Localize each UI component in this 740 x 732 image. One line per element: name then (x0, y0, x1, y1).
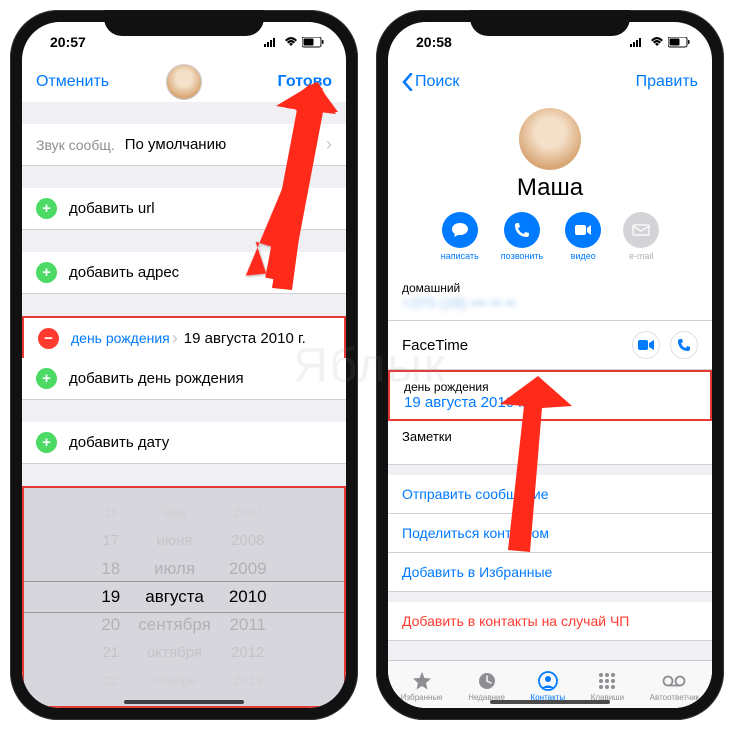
delete-icon[interactable]: − (38, 328, 59, 349)
video-button[interactable]: видео (565, 212, 601, 261)
add-address-label: добавить адрес (69, 264, 179, 281)
signal-icon (630, 37, 646, 47)
keypad-icon (597, 670, 617, 692)
phone-right: 20:58 Поиск Править Маша (376, 10, 724, 720)
picker-selection-bar (24, 581, 344, 613)
phone-block[interactable]: домашний +375 (29) ••• •• •• (388, 273, 712, 321)
mail-icon (632, 224, 650, 236)
home-indicator[interactable] (124, 700, 244, 704)
voicemail-icon (662, 670, 686, 692)
call-button[interactable]: позвонить (501, 212, 543, 261)
contact-icon (538, 670, 558, 692)
facetime-audio-button[interactable] (670, 331, 698, 359)
video-icon (574, 224, 592, 236)
tab-recents[interactable]: Недавние (468, 670, 505, 702)
wifi-icon (650, 37, 664, 47)
message-icon (451, 222, 469, 238)
star-icon (412, 670, 432, 692)
annotation-arrow-1 (220, 76, 340, 306)
home-indicator[interactable] (490, 700, 610, 704)
tab-voicemail[interactable]: Автоответчик (650, 670, 700, 702)
add-birthday-label: добавить день рождения (69, 370, 244, 387)
signal-icon (264, 37, 280, 47)
edit-button[interactable]: Править (636, 73, 698, 91)
add-url-label: добавить url (69, 200, 155, 217)
phone-icon (514, 222, 530, 238)
sound-value: По умолчанию (125, 136, 226, 153)
phone-number: +375 (29) ••• •• •• (402, 295, 698, 312)
cancel-button[interactable]: Отменить (36, 73, 109, 91)
status-time: 20:57 (50, 34, 86, 50)
add-icon: + (36, 368, 57, 389)
notch (104, 10, 264, 36)
video-icon (638, 340, 654, 350)
phone-label: домашний (402, 281, 698, 295)
contact-name: Маша (388, 174, 712, 202)
facetime-row: FaceTime (388, 321, 712, 370)
add-icon: + (36, 432, 57, 453)
back-button[interactable]: Поиск (402, 73, 459, 91)
contact-avatar-small[interactable] (166, 64, 202, 100)
sound-label: Звук сообщ. (36, 137, 115, 153)
add-birthday-row[interactable]: + добавить день рождения (22, 358, 346, 400)
date-picker[interactable]: 16 17 18 19 20 21 22 мая июня июля (22, 486, 346, 708)
chevron-left-icon (402, 73, 413, 91)
wifi-icon (284, 37, 298, 47)
contact-avatar[interactable] (519, 108, 581, 170)
phone-icon (677, 338, 691, 352)
add-date-row[interactable]: + добавить дату (22, 422, 346, 464)
add-icon: + (36, 198, 57, 219)
view-navbar: Поиск Править (388, 62, 712, 102)
clock-icon (477, 670, 497, 692)
birthday-row[interactable]: − день рождения › 19 августа 2010 г. (22, 316, 346, 358)
battery-icon (302, 37, 324, 48)
battery-icon (668, 37, 690, 48)
facetime-label: FaceTime (402, 337, 468, 354)
notch (470, 10, 630, 36)
facetime-video-button[interactable] (632, 331, 660, 359)
tab-keypad[interactable]: Клавиши (591, 670, 624, 702)
birthday-value: 19 августа 2010 г. (184, 330, 306, 347)
add-icon: + (36, 262, 57, 283)
tab-favorites[interactable]: Избранные (401, 670, 443, 702)
tab-contacts[interactable]: Контакты (531, 670, 566, 702)
birthday-field-label: день рождения (71, 330, 170, 346)
add-date-label: добавить дату (69, 434, 169, 451)
action-buttons: написать позвонить видео e-mail (388, 212, 712, 261)
message-button[interactable]: написать (441, 212, 479, 261)
status-time: 20:58 (416, 34, 452, 50)
mail-button: e-mail (623, 212, 659, 261)
annotation-arrow-2 (480, 370, 590, 560)
emergency-contact-link[interactable]: Добавить в контакты на случай ЧП (388, 602, 712, 641)
chevron-right-icon: › (172, 328, 178, 349)
